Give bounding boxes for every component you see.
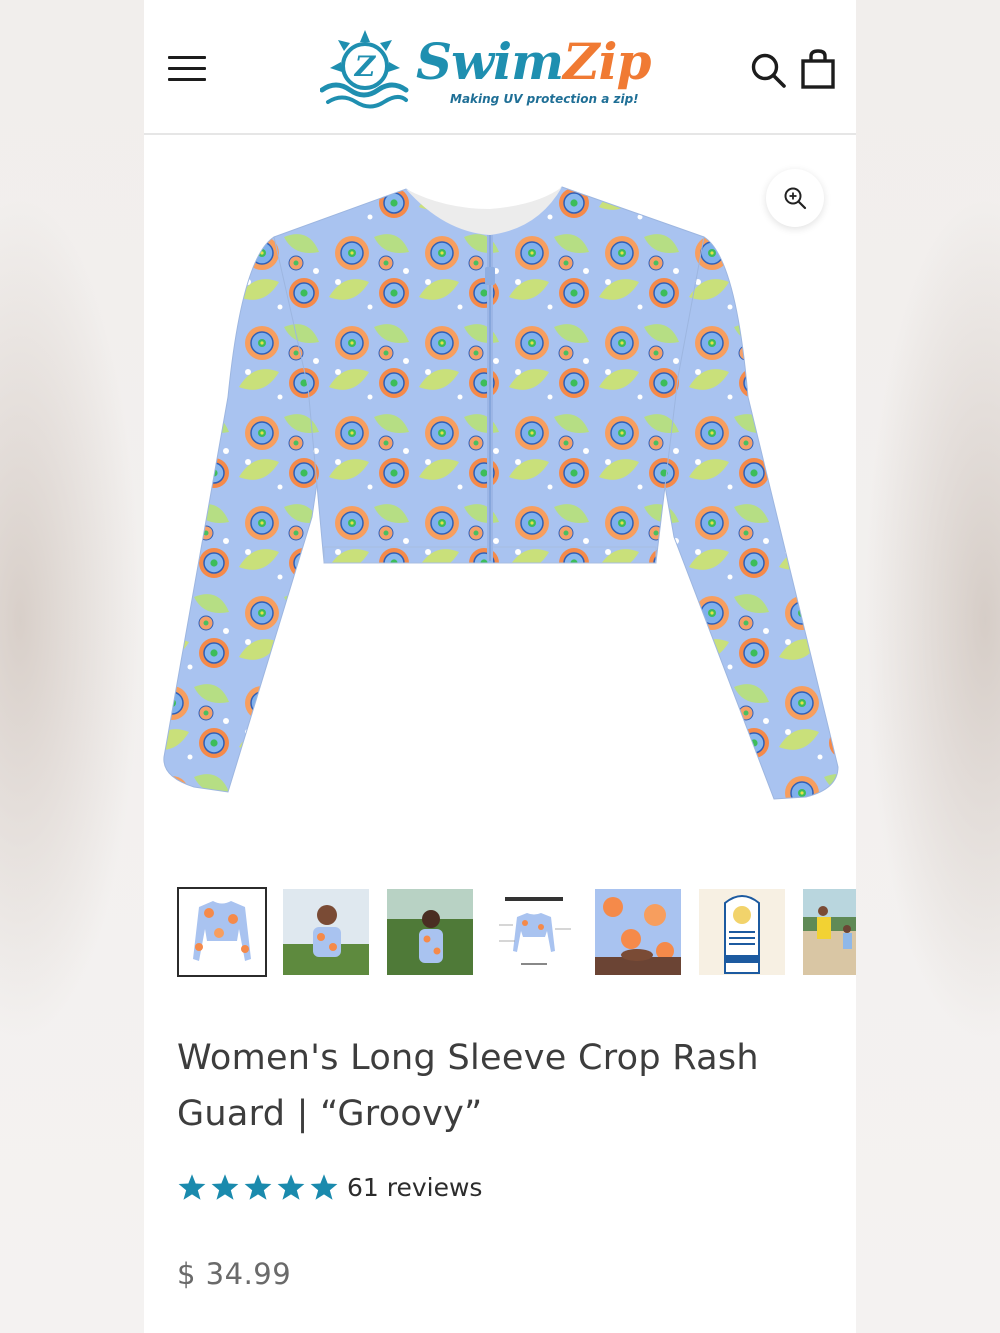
star-icon (244, 1174, 272, 1200)
thumb-model-beach[interactable] (283, 889, 369, 975)
thumb-model-garden[interactable] (387, 889, 473, 975)
hamburger-icon (168, 56, 206, 81)
star-icon (310, 1174, 338, 1200)
product-title: Women's Long Sleeve Crop Rash Guard | “G… (177, 1038, 759, 1134)
star-icon (211, 1174, 239, 1200)
zoom-button[interactable] (766, 169, 824, 227)
thumb-family-beach[interactable] (803, 889, 856, 975)
star-icon (277, 1174, 305, 1200)
thumb-features-diagram-image (491, 889, 577, 975)
thumb-model-closeup-image (595, 889, 681, 975)
thumb-model-garden-image (387, 889, 473, 975)
site-header: Z SwimZip Making UV protection a zip! (144, 0, 856, 135)
thumb-seal-image (699, 889, 785, 975)
svg-text:Z: Z (354, 50, 377, 83)
search-button[interactable] (750, 52, 788, 90)
brand-logo[interactable]: Z SwimZip Making UV protection a zip! (320, 28, 652, 114)
sun-wave-logo-icon: Z (320, 30, 409, 109)
brand-word-swim: Swim (416, 32, 564, 91)
brand-word-zip: Zip (563, 32, 651, 91)
thumbnail-strip (144, 887, 856, 979)
reviews-link[interactable]: 61 reviews (347, 1173, 482, 1202)
star-icon (178, 1174, 206, 1200)
cart-button[interactable] (800, 48, 836, 90)
thumb-product-front[interactable] (177, 887, 267, 977)
product-page: Z SwimZip Making UV protection a zip! Wo… (144, 0, 856, 1333)
menu-button[interactable] (168, 56, 206, 86)
thumb-product-front-image (179, 889, 265, 975)
rating-stars (177, 1173, 339, 1201)
brand-wordmark: SwimZip (416, 32, 652, 92)
search-icon (751, 53, 786, 88)
thumb-model-closeup[interactable] (595, 889, 681, 975)
thumb-features-diagram[interactable] (491, 889, 577, 975)
shopping-bag-icon (801, 49, 835, 89)
thumb-seal-of-recommendation[interactable] (699, 889, 785, 975)
brand-tagline: Making UV protection a zip! (450, 92, 639, 106)
thumb-family-beach-image (803, 889, 856, 975)
zoom-in-icon (784, 187, 807, 210)
product-price: $ 34.99 (177, 1257, 292, 1291)
product-rating[interactable]: 61 reviews (177, 1170, 482, 1204)
product-image-main[interactable] (144, 137, 856, 857)
thumb-model-beach-image (283, 889, 369, 975)
rash-guard-image (163, 186, 839, 800)
